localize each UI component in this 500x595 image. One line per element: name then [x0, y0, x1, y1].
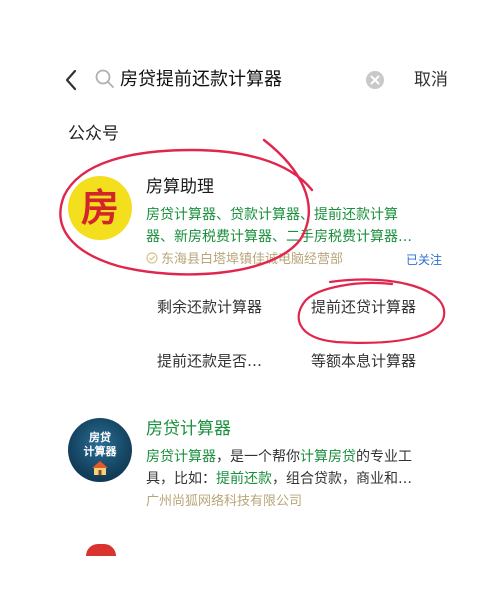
- description-line-2: 具，比如：提前还款，组合贷款，商业和…: [146, 468, 442, 490]
- owner-line: 东海县白塔埠镇佳诚电脑经营部: [146, 250, 343, 270]
- desc-hl-2: 计算房贷: [300, 449, 356, 465]
- desc-text-1: ，是一个帮你: [216, 449, 300, 465]
- account-name: 房贷计算器: [146, 419, 231, 439]
- avatar-glyph: 房: [80, 185, 119, 230]
- search-query-text: 房贷提前还款计算器: [120, 69, 282, 90]
- description-line-2: 器、新房税费计算器、二手房税费计算器…: [146, 226, 442, 248]
- account-result-1[interactable]: 房 房算助理 房贷计算器、贷款计算器、提前还款计算 器、新房税费计算器、二手房税…: [0, 170, 500, 280]
- owner-name: 广州尚狐网络科技有限公司: [146, 494, 303, 509]
- search-input[interactable]: 房贷提前还款计算器: [92, 64, 392, 96]
- account-name: 房算助理: [146, 177, 214, 197]
- verified-badge-icon: [146, 251, 158, 264]
- search-bar: 房贷提前还款计算器 取消: [0, 58, 500, 102]
- avatar: 房: [68, 176, 132, 240]
- description-line-1: 房贷计算器、贷款计算器、提前还款计算: [146, 207, 398, 223]
- next-result-avatar: [86, 544, 116, 556]
- cancel-button[interactable]: 取消: [414, 68, 448, 92]
- quick-link-whether[interactable]: 提前还款是否…: [157, 350, 262, 372]
- quick-link-equal-installment[interactable]: 等额本息计算器: [311, 350, 416, 372]
- desc-text-2: 的专业工: [356, 449, 412, 465]
- section-title: 公众号: [68, 124, 119, 144]
- house-icon: [90, 460, 110, 476]
- desc-text-4: ，组合贷款，商业和…: [272, 471, 412, 487]
- account-result-2[interactable]: 房贷 计算器 房贷计算器 房贷计算器，是一个帮你计算房贷的专业工 具，比如：提前…: [0, 412, 500, 522]
- search-icon: [94, 68, 116, 90]
- avatar: 房贷 计算器: [68, 418, 132, 482]
- desc-hl-1: 房贷计算器: [146, 449, 216, 465]
- followed-badge: 已关注: [406, 253, 443, 267]
- clear-icon[interactable]: [364, 69, 386, 91]
- description-line-2-text: 器、新房税费计算器、二手房税费计算器…: [146, 229, 412, 245]
- account-description: 房贷计算器、贷款计算器、提前还款计算 器、新房税费计算器、二手房税费计算器…: [146, 204, 442, 248]
- quick-link-prepay[interactable]: 提前还贷计算器: [311, 296, 416, 318]
- owner-name: 东海县白塔埠镇佳诚电脑经营部: [161, 252, 344, 267]
- avatar-text-line-1: 房贷: [89, 431, 111, 444]
- quick-link-remaining[interactable]: 剩余还款计算器: [157, 296, 262, 318]
- account-description: 房贷计算器，是一个帮你计算房贷的专业工 具，比如：提前还款，组合贷款，商业和…: [146, 446, 442, 490]
- desc-hl-3: 提前还款: [216, 471, 272, 487]
- desc-text-3: 具，比如：: [146, 471, 216, 487]
- avatar-text-line-2: 计算器: [83, 445, 117, 458]
- description-line-1: 房贷计算器，是一个帮你计算房贷的专业工: [146, 446, 442, 468]
- back-chevron-icon[interactable]: [58, 66, 86, 94]
